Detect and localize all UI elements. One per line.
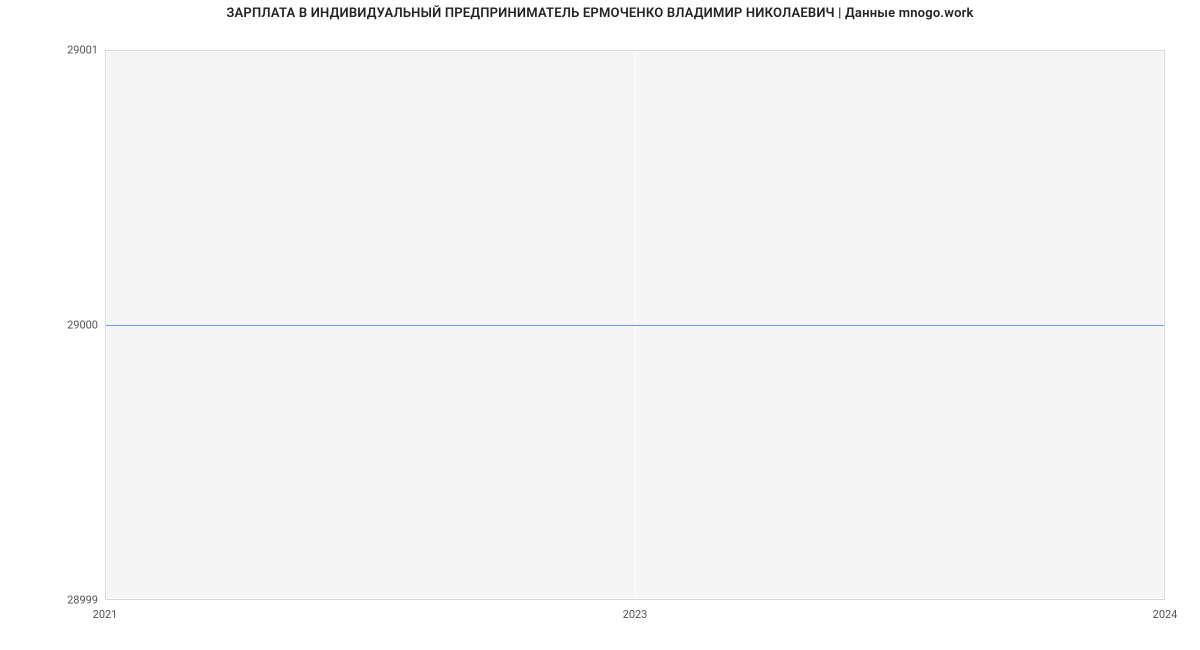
y-tick-label: 28999 (8, 594, 98, 607)
y-tick-label: 29000 (8, 319, 98, 332)
chart-title: ЗАРПЛАТА В ИНДИВИДУАЛЬНЫЙ ПРЕДПРИНИМАТЕЛ… (0, 6, 1200, 21)
series-line (106, 325, 1164, 326)
x-tick-label: 2024 (1153, 608, 1178, 621)
x-tick-label: 2021 (93, 608, 118, 621)
y-tick-label: 29001 (8, 44, 98, 57)
plot-area (105, 50, 1165, 600)
x-tick-label: 2023 (623, 608, 648, 621)
grid-line-horizontal (106, 51, 1164, 52)
grid-line-horizontal (106, 598, 1164, 599)
chart-container: ЗАРПЛАТА В ИНДИВИДУАЛЬНЫЙ ПРЕДПРИНИМАТЕЛ… (0, 0, 1200, 650)
